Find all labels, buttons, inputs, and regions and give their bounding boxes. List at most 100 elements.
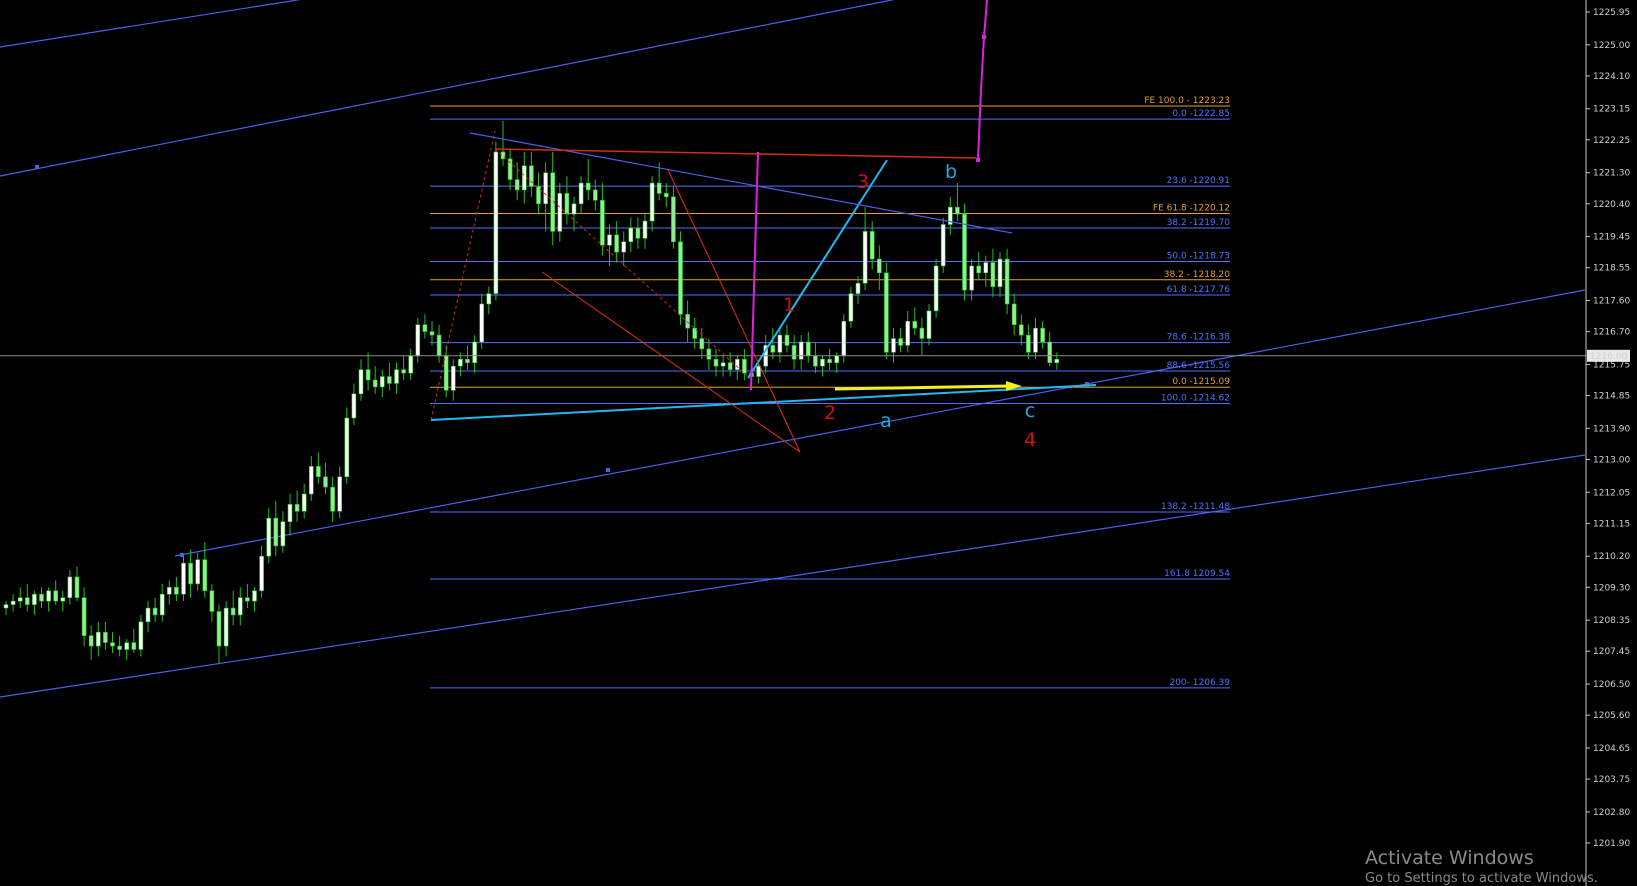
candle-body bbox=[60, 597, 66, 602]
candle-body bbox=[46, 590, 51, 602]
wave-label: 2 bbox=[824, 402, 836, 424]
candle-body bbox=[955, 206, 960, 215]
magenta-marker[interactable] bbox=[976, 158, 980, 162]
candle-body bbox=[323, 476, 328, 488]
candle-body bbox=[372, 379, 378, 388]
channel-anchor-marker[interactable] bbox=[35, 165, 39, 169]
candle-body bbox=[1040, 327, 1045, 343]
candle-body bbox=[962, 213, 967, 291]
axis-tick-label: 1217.60 bbox=[1593, 297, 1630, 307]
candle-body bbox=[798, 341, 804, 360]
candle-body bbox=[74, 576, 80, 598]
candle-body bbox=[649, 182, 655, 222]
candle-body bbox=[337, 476, 343, 512]
candle-body bbox=[3, 604, 9, 609]
axis-tick-label: 1218.55 bbox=[1593, 264, 1630, 274]
candle-body bbox=[344, 417, 350, 478]
candle-body bbox=[88, 635, 94, 647]
watermark-subtitle: Go to Settings to activate Windows. bbox=[1365, 871, 1598, 886]
candle-body bbox=[67, 576, 73, 598]
candle-body bbox=[699, 338, 705, 350]
fib-level-label: 88.6 -1215.56 bbox=[1167, 361, 1231, 371]
candle-body bbox=[287, 504, 293, 522]
candle-body bbox=[805, 341, 811, 357]
price-chart[interactable]: FE 100.0 - 1223.23 0.0 -1222.85 23.6 -1220… bbox=[0, 0, 1637, 886]
candle-body bbox=[245, 597, 250, 602]
candle-body bbox=[117, 645, 122, 650]
axis-tick-label: 1208.35 bbox=[1593, 616, 1630, 626]
candle-body bbox=[216, 611, 222, 647]
candle-body bbox=[138, 621, 144, 650]
candle-body bbox=[969, 265, 974, 291]
candle-body bbox=[976, 265, 982, 274]
wave-label: c bbox=[1025, 400, 1035, 422]
candle-body bbox=[273, 517, 279, 547]
candle-body bbox=[195, 559, 200, 585]
candle-body bbox=[706, 348, 712, 360]
candle-body bbox=[671, 196, 676, 243]
axis-tick-label: 1210.20 bbox=[1593, 552, 1630, 562]
candle-body bbox=[734, 358, 740, 370]
axis-tick-label: 1203.75 bbox=[1593, 775, 1630, 785]
candle-body bbox=[32, 593, 37, 605]
candle-body bbox=[933, 265, 939, 312]
candle-body bbox=[110, 642, 115, 647]
candle-body bbox=[152, 607, 158, 616]
candle-body bbox=[230, 607, 236, 616]
candle-body bbox=[1047, 341, 1052, 364]
candle-body bbox=[167, 587, 172, 595]
candle-body bbox=[53, 590, 59, 602]
fib-level-label: 0.0 -1222.85 bbox=[1172, 109, 1230, 119]
candle-body bbox=[465, 358, 470, 364]
candle-body bbox=[926, 310, 932, 339]
candle-body bbox=[379, 376, 385, 388]
fib-level-label: 38.2 -1219.70 bbox=[1167, 218, 1231, 228]
candle-body bbox=[415, 324, 421, 357]
candle-body bbox=[642, 220, 648, 239]
candle-body bbox=[10, 600, 16, 605]
axis-tick-label: 1205.60 bbox=[1593, 711, 1630, 721]
axis-tick-label: 1213.90 bbox=[1593, 424, 1630, 434]
fib-level-label: FE 100.0 - 1223.23 bbox=[1144, 96, 1230, 106]
candle-body bbox=[159, 593, 165, 616]
fib-level-label: 0.0 -1215.09 bbox=[1172, 377, 1230, 387]
candle-body bbox=[905, 320, 911, 346]
fib-level-label: 138.2 -1211.48 bbox=[1161, 502, 1230, 512]
magenta-marker[interactable] bbox=[982, 35, 986, 39]
fib-level-label: FE 61.8 -1220.12 bbox=[1153, 203, 1230, 213]
candle-body bbox=[17, 597, 23, 602]
candle-body bbox=[607, 234, 612, 246]
candle-body bbox=[770, 345, 776, 353]
axis-tick-label: 1220.40 bbox=[1593, 200, 1630, 210]
candle-body bbox=[564, 193, 570, 215]
fib-level-label: 161.8 1209.54 bbox=[1164, 569, 1230, 579]
candle-body bbox=[727, 362, 733, 370]
candle-body bbox=[891, 338, 896, 353]
candle-body bbox=[862, 231, 868, 284]
candle-body bbox=[869, 231, 875, 260]
candle-body bbox=[813, 355, 818, 367]
candle-body bbox=[997, 258, 1003, 287]
candle-body bbox=[713, 358, 719, 367]
candle-body bbox=[571, 203, 577, 215]
candle-body bbox=[223, 607, 229, 647]
axis-tick-label: 1215.75 bbox=[1593, 360, 1630, 370]
channel-anchor-marker[interactable] bbox=[606, 468, 610, 472]
wave-label: 1 bbox=[783, 294, 795, 316]
candle-body bbox=[450, 365, 456, 391]
candle-body bbox=[266, 517, 272, 557]
candle-body bbox=[827, 358, 832, 364]
candle-body bbox=[685, 314, 690, 329]
candle-body bbox=[720, 362, 726, 367]
candle-body bbox=[124, 642, 129, 650]
candle-body bbox=[39, 593, 44, 602]
fib-level-label: 78.6 -1216.38 bbox=[1167, 333, 1231, 343]
current-price-label: 1216.00 bbox=[1590, 352, 1627, 362]
candle-body bbox=[351, 393, 357, 419]
candle-body bbox=[96, 631, 101, 647]
candle-body bbox=[521, 165, 527, 191]
candle-body bbox=[472, 341, 477, 364]
candle-body bbox=[394, 369, 399, 384]
candle-body bbox=[1018, 324, 1024, 336]
candle-body bbox=[841, 320, 847, 357]
